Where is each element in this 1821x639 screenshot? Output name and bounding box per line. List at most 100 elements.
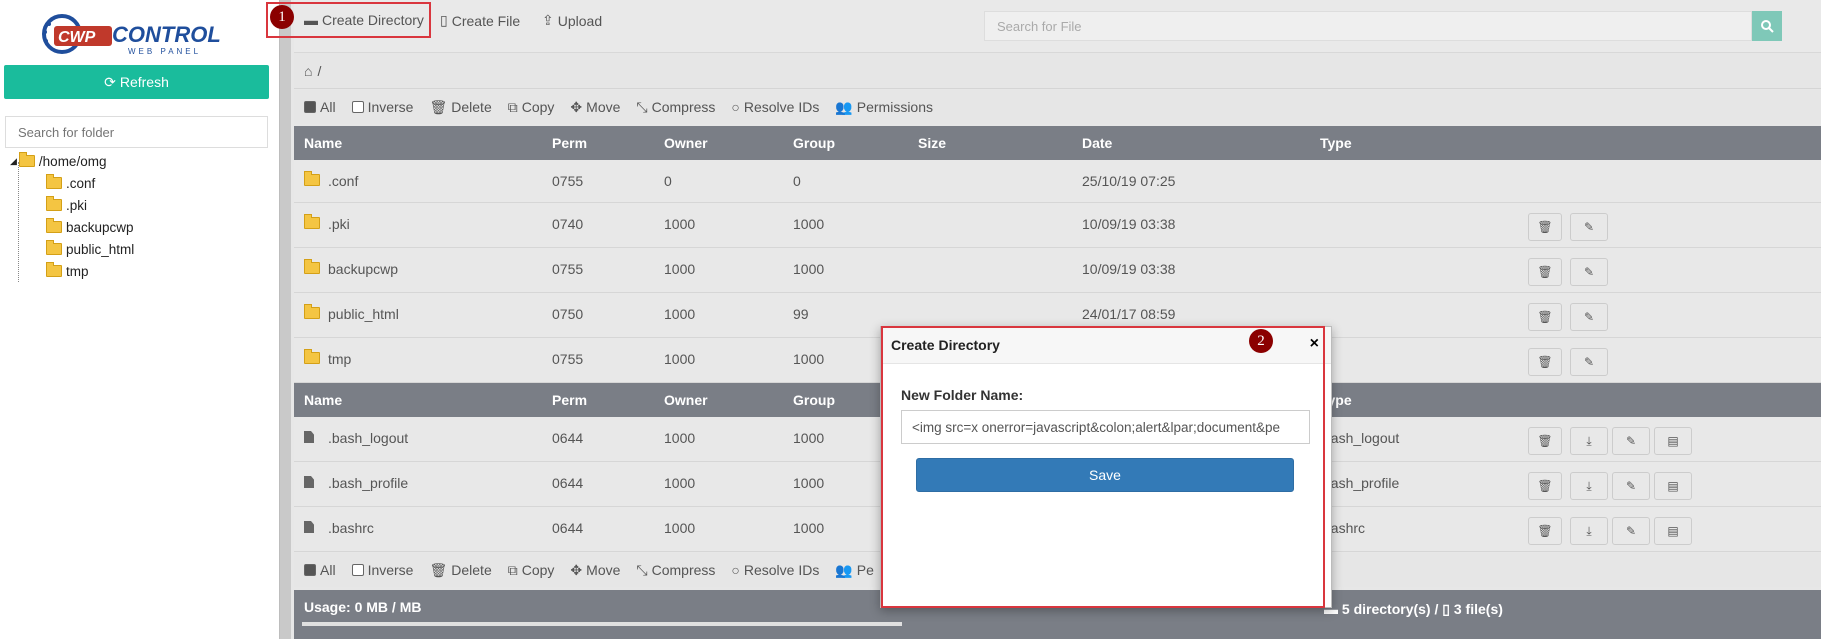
- row-owner: 1000: [664, 261, 696, 277]
- tree-item-backupcwp[interactable]: backupcwp: [10, 216, 134, 238]
- col-size[interactable]: Size: [918, 135, 946, 151]
- cwp-logo: CWP CONTROL WEB PANEL: [42, 14, 221, 56]
- highlight-box-dialog: [881, 326, 1325, 608]
- row-name[interactable]: backupcwp: [328, 261, 398, 277]
- table-row[interactable]: backupcwp 0755 1000 1000 10/09/19 03:38 …: [294, 248, 1821, 293]
- search-button[interactable]: [1752, 11, 1782, 41]
- row-delete-button[interactable]: 🗑: [1528, 213, 1562, 241]
- row-delete-button[interactable]: 🗑: [1528, 427, 1562, 455]
- upload-button[interactable]: ⇪ Upload: [542, 12, 602, 29]
- row-owner: 1000: [664, 475, 696, 491]
- circle-icon: ○: [731, 562, 740, 578]
- table-row[interactable]: .pki 0740 1000 1000 10/09/19 03:38 🗑 ✎: [294, 203, 1821, 248]
- move-icon: ✥: [570, 561, 583, 578]
- row-view-button[interactable]: ▤: [1654, 472, 1692, 500]
- row-name[interactable]: .bash_profile: [328, 475, 408, 491]
- folder-icon: [46, 196, 62, 211]
- table-row[interactable]: .conf 0755 0 0 25/10/19 07:25: [294, 160, 1821, 203]
- row-edit-button[interactable]: ✎: [1612, 427, 1650, 455]
- compress-button[interactable]: ⤡ Compress: [636, 99, 715, 116]
- tree-expand-icon[interactable]: ◢: [10, 156, 17, 167]
- inverse-button[interactable]: Inverse: [351, 99, 414, 115]
- col-perm[interactable]: Perm: [552, 135, 587, 151]
- row-delete-button[interactable]: 🗑: [1528, 517, 1562, 545]
- col-date[interactable]: Date: [1082, 135, 1112, 151]
- inverse-button[interactable]: Inverse: [351, 562, 413, 578]
- row-perm: 0750: [552, 306, 584, 322]
- row-delete-button[interactable]: 🗑: [1528, 258, 1562, 286]
- compress-button[interactable]: ⤡ Compress: [636, 562, 715, 579]
- tree-item-public-html[interactable]: public_html: [10, 238, 134, 260]
- delete-button[interactable]: 🗑 Delete: [429, 99, 491, 116]
- row-delete-button[interactable]: 🗑: [1528, 303, 1562, 331]
- copy-button[interactable]: ⧉ Copy: [508, 562, 555, 579]
- row-download-button[interactable]: ⤓: [1570, 472, 1608, 500]
- row-owner: 1000: [664, 430, 696, 446]
- row-name[interactable]: .pki: [328, 216, 350, 232]
- row-edit-button[interactable]: ✎: [1612, 517, 1650, 545]
- col-owner[interactable]: Owner: [664, 135, 708, 151]
- file-icon: ▯: [440, 12, 448, 28]
- col-perm[interactable]: Perm: [552, 392, 587, 408]
- file-search-input[interactable]: Search for File: [984, 11, 1752, 41]
- tree-root-label: /home/omg: [38, 153, 107, 169]
- step-marker-2: 2: [1249, 329, 1273, 353]
- row-date: 25/10/19 07:25: [1082, 173, 1176, 189]
- tree-item-label: .pki: [66, 197, 88, 213]
- row-name[interactable]: .bashrc: [328, 520, 374, 536]
- row-name[interactable]: tmp: [328, 351, 351, 367]
- resolve-ids-button[interactable]: ○ Resolve IDs: [731, 562, 819, 578]
- refresh-icon: ⟳: [104, 73, 116, 90]
- col-type[interactable]: Type: [1320, 135, 1352, 151]
- row-view-button[interactable]: ▤: [1654, 427, 1692, 455]
- select-all-button[interactable]: All: [304, 99, 336, 115]
- row-perm: 0644: [552, 430, 584, 446]
- col-name[interactable]: Name: [304, 135, 342, 151]
- row-edit-button[interactable]: ✎: [1570, 348, 1608, 376]
- row-name[interactable]: .conf: [328, 173, 358, 189]
- panel-splitter[interactable]: [279, 0, 291, 639]
- edit-icon: ✎: [1625, 479, 1637, 493]
- col-group[interactable]: Group: [793, 135, 835, 151]
- edit-icon: ✎: [1583, 355, 1595, 369]
- row-download-button[interactable]: ⤓: [1570, 517, 1608, 545]
- move-button[interactable]: ✥ Move: [570, 99, 620, 116]
- select-all-button[interactable]: All: [304, 562, 336, 578]
- folder-search-input[interactable]: [5, 116, 268, 148]
- col-owner[interactable]: Owner: [664, 392, 708, 408]
- permissions-button[interactable]: 👥 Pe: [835, 562, 874, 579]
- col-group[interactable]: Group: [793, 392, 835, 408]
- move-button[interactable]: ✥ Move: [570, 562, 620, 579]
- inverse-label: Inverse: [367, 99, 414, 115]
- summary-files: 3 file(s): [1453, 601, 1503, 617]
- row-perm: 0755: [552, 351, 584, 367]
- folder-icon: [46, 174, 62, 189]
- compress-icon: ⤡: [636, 561, 648, 578]
- row-edit-button[interactable]: ✎: [1570, 303, 1608, 331]
- row-name[interactable]: public_html: [328, 306, 399, 322]
- breadcrumb-path[interactable]: /: [317, 63, 321, 79]
- row-group: 1000: [793, 261, 825, 277]
- copy-button[interactable]: ⧉ Copy: [508, 99, 555, 116]
- row-delete-button[interactable]: 🗑: [1528, 348, 1562, 376]
- home-icon[interactable]: ⌂: [304, 63, 312, 79]
- tree-item-tmp[interactable]: tmp: [10, 260, 134, 282]
- row-edit-button[interactable]: ✎: [1570, 258, 1608, 286]
- row-name[interactable]: .bash_logout: [328, 430, 408, 446]
- tree-item-pki[interactable]: .pki: [10, 194, 134, 216]
- permissions-button[interactable]: 👥 Permissions: [835, 99, 933, 116]
- delete-button[interactable]: 🗑 Delete: [429, 562, 491, 579]
- col-name[interactable]: Name: [304, 392, 342, 408]
- create-file-button[interactable]: ▯ Create File: [440, 12, 520, 29]
- row-download-button[interactable]: ⤓: [1570, 427, 1608, 455]
- row-perm: 0755: [552, 173, 584, 189]
- tree-root[interactable]: ◢ /home/omg: [10, 150, 134, 172]
- refresh-button[interactable]: ⟳ Refresh: [4, 65, 269, 99]
- row-delete-button[interactable]: 🗑: [1528, 472, 1562, 500]
- row-edit-button[interactable]: ✎: [1570, 213, 1608, 241]
- row-edit-button[interactable]: ✎: [1612, 472, 1650, 500]
- tree-item-conf[interactable]: .conf: [10, 172, 134, 194]
- row-view-button[interactable]: ▤: [1654, 517, 1692, 545]
- folder-icon: [46, 218, 62, 233]
- resolve-ids-button[interactable]: ○ Resolve IDs: [731, 99, 819, 115]
